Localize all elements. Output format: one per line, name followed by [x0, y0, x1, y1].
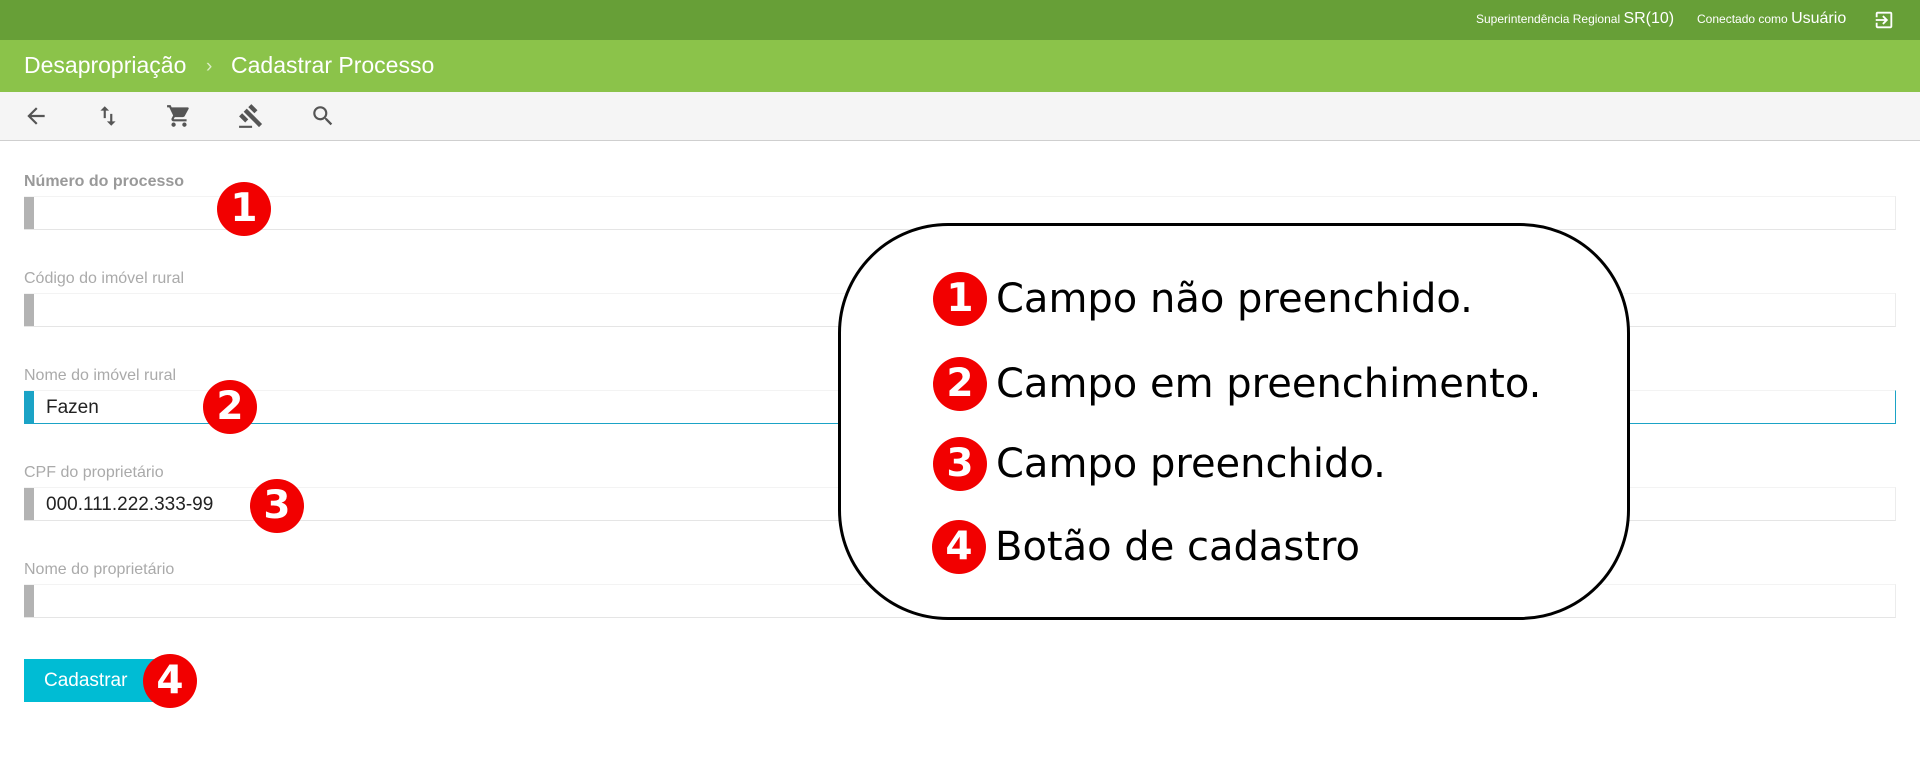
field-marker	[24, 391, 34, 423]
legend-callout: 1 Campo não preenchido. 2 Campo em preen…	[838, 223, 1630, 620]
field-marker	[24, 585, 34, 617]
cadastrar-button[interactable]: Cadastrar	[24, 659, 159, 702]
field-marker	[24, 294, 34, 326]
legend-text: Campo preenchido.	[996, 441, 1386, 487]
field-marker	[24, 197, 34, 229]
arrow-back-icon[interactable]	[23, 103, 49, 129]
nome-proprietario-label: Nome do proprietário	[24, 561, 175, 578]
legend-text: Botão de cadastro	[995, 524, 1360, 570]
codigo-imovel-label: Código do imóvel rural	[24, 270, 185, 287]
numero-processo-label: Número do processo	[24, 173, 185, 190]
legend-badge: 4	[932, 520, 986, 574]
gavel-icon[interactable]	[238, 103, 264, 129]
annotation-badge-2: 2	[203, 380, 257, 434]
breadcrumb-desapropriacao[interactable]: Desapropriação	[24, 52, 186, 79]
legend-badge: 3	[933, 437, 987, 491]
legend-text: Campo não preenchido.	[996, 276, 1473, 322]
annotation-badge-3: 3	[250, 479, 304, 533]
swap-vert-icon[interactable]	[95, 103, 121, 129]
regional-info: Superintendência Regional SR(10)	[1476, 10, 1674, 28]
field-marker	[24, 488, 34, 520]
nome-imovel-label: Nome do imóvel rural	[24, 367, 177, 384]
page-title: Cadastrar Processo	[231, 52, 435, 78]
breadcrumb: Desapropriação › Cadastrar Processo	[0, 40, 1920, 92]
annotation-badge-1: 1	[217, 182, 271, 236]
search-icon[interactable]	[310, 103, 336, 129]
regional-label: Superintendência Regional	[1476, 12, 1621, 26]
cart-icon[interactable]	[166, 103, 192, 129]
annotation-badge-4: 4	[143, 654, 197, 708]
toolbar	[0, 92, 1920, 141]
regional-value: SR(10)	[1623, 10, 1675, 27]
cpf-proprietario-label: CPF do proprietário	[24, 464, 164, 481]
user-label: Conectado como	[1697, 12, 1788, 26]
legend-badge: 1	[933, 272, 987, 326]
user-info: Conectado como Usuário	[1697, 10, 1846, 28]
legend-badge: 2	[933, 357, 987, 411]
breadcrumb-separator: ›	[206, 56, 213, 77]
legend-text: Campo em preenchimento.	[996, 361, 1542, 407]
user-value: Usuário	[1791, 10, 1847, 27]
logout-icon[interactable]	[1873, 9, 1895, 31]
top-bar: Superintendência Regional SR(10) Conecta…	[0, 0, 1920, 40]
